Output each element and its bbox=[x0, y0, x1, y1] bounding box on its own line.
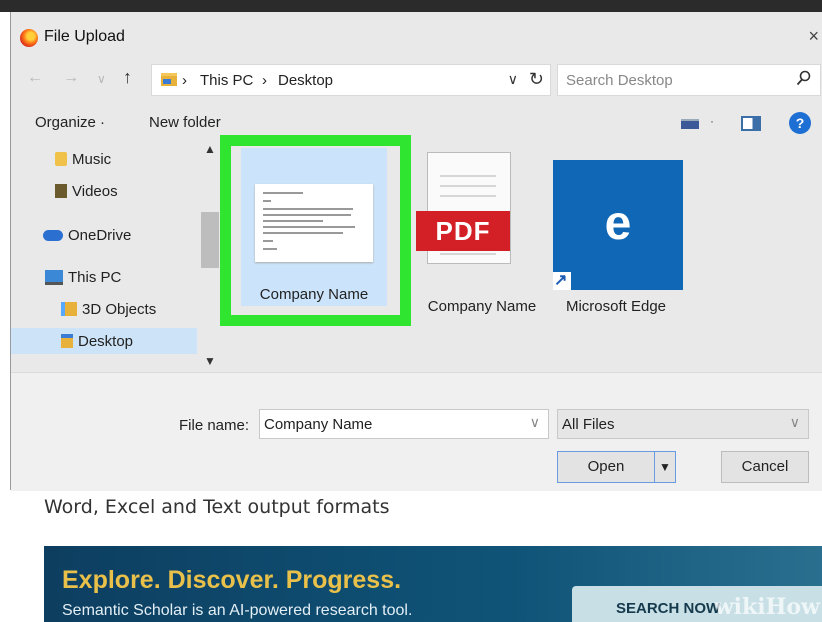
dialog-title: File Upload bbox=[44, 28, 125, 45]
promo-banner: Explore. Discover. Progress. Semantic Sc… bbox=[44, 546, 822, 622]
back-arrow-icon[interactable]: ← bbox=[27, 69, 43, 87]
up-arrow-icon[interactable]: ↑ bbox=[123, 67, 132, 88]
sidebar-item-label: Videos bbox=[72, 182, 118, 200]
open-button[interactable]: Open bbox=[557, 451, 655, 483]
file-item-company-name-pdf[interactable]: PDF Company Name bbox=[416, 148, 567, 318]
close-icon[interactable]: × bbox=[808, 26, 819, 47]
navigation-bar: ← → ∨ ↑ › This PC › Desktop ∨ ↻ Search D… bbox=[11, 60, 822, 100]
scroll-down-icon[interactable]: ▼ bbox=[204, 354, 216, 368]
sidebar-item-onedrive[interactable]: OneDrive bbox=[43, 222, 131, 248]
file-name-label: Company Name bbox=[427, 298, 537, 315]
sidebar-item-3d-objects[interactable]: 3D Objects bbox=[61, 296, 156, 322]
file-name-label: File name: bbox=[179, 417, 250, 434]
file-name-label: Microsoft Edge bbox=[565, 298, 667, 315]
file-type-value: All Files bbox=[562, 416, 615, 433]
breadcrumb-this-pc[interactable]: This PC bbox=[200, 72, 253, 89]
dialog-footer: File name: Company Name ∨ All Files ∨ Op… bbox=[11, 372, 822, 491]
wikihow-watermark: wikiHow bbox=[714, 594, 820, 620]
command-toolbar: Organize · New folder · ? bbox=[11, 104, 822, 140]
recent-locations-icon[interactable]: ∨ bbox=[97, 72, 106, 86]
desktop-folder-icon bbox=[61, 334, 73, 348]
sidebar-item-label: This PC bbox=[68, 268, 122, 286]
this-pc-icon bbox=[45, 269, 63, 285]
chevron-down-icon[interactable]: ∨ bbox=[530, 414, 540, 431]
sidebar-item-label: OneDrive bbox=[68, 226, 132, 244]
file-item-microsoft-edge[interactable]: e Microsoft Edge bbox=[551, 148, 701, 318]
file-upload-dialog: File Upload × ← → ∨ ↑ › This PC › Deskto… bbox=[10, 12, 822, 491]
sidebar-item-music[interactable]: Music bbox=[55, 146, 111, 172]
edge-glyph: e bbox=[604, 197, 632, 250]
page-formats-text: Word, Excel and Text output formats bbox=[44, 496, 390, 518]
breadcrumb-separator: › bbox=[262, 72, 267, 89]
pdf-file-icon: PDF bbox=[416, 152, 511, 264]
sidebar-item-label: Desktop bbox=[78, 332, 134, 350]
sidebar-item-label: 3D Objects bbox=[82, 300, 157, 318]
navigation-pane: Music Videos OneDrive This PC 3D Objects… bbox=[11, 140, 221, 372]
address-bar[interactable]: › This PC › Desktop ∨ ↻ bbox=[151, 64, 551, 96]
view-options-dropdown[interactable]: · bbox=[710, 114, 714, 128]
chevron-down-icon[interactable]: ∨ bbox=[508, 71, 518, 88]
breadcrumb-desktop[interactable]: Desktop bbox=[278, 72, 333, 89]
chevron-down-icon[interactable]: ∨ bbox=[790, 414, 800, 431]
scroll-up-icon[interactable]: ▲ bbox=[204, 142, 216, 156]
title-bar: File Upload × bbox=[11, 12, 822, 56]
videos-folder-icon bbox=[55, 184, 67, 198]
search-field[interactable]: Search Desktop bbox=[557, 64, 821, 96]
file-name-input[interactable]: Company Name ∨ bbox=[259, 409, 549, 439]
file-name-value: Company Name bbox=[264, 416, 373, 433]
3d-objects-icon bbox=[61, 302, 77, 316]
sidebar-item-videos[interactable]: Videos bbox=[55, 178, 118, 204]
background-strip bbox=[0, 0, 822, 12]
breadcrumb-separator: › bbox=[182, 72, 187, 89]
firefox-icon bbox=[20, 29, 38, 47]
refresh-icon[interactable]: ↻ bbox=[529, 69, 544, 90]
preview-pane-icon[interactable] bbox=[741, 116, 761, 131]
banner-title: Explore. Discover. Progress. bbox=[62, 566, 402, 594]
folder-icon bbox=[161, 73, 177, 86]
banner-subtitle: Semantic Scholar is an AI-powered resear… bbox=[62, 602, 413, 619]
help-icon[interactable]: ? bbox=[789, 112, 811, 134]
pdf-badge: PDF bbox=[416, 211, 510, 251]
open-dropdown-button[interactable]: ▼ bbox=[654, 451, 676, 483]
scrollbar-thumb[interactable] bbox=[201, 212, 219, 268]
organize-button[interactable]: Organize · bbox=[35, 114, 105, 131]
search-placeholder: Search Desktop bbox=[566, 72, 673, 89]
navigation-scrollbar[interactable]: ▲ ▼ bbox=[201, 140, 219, 372]
file-type-select[interactable]: All Files ∨ bbox=[557, 409, 809, 439]
sidebar-item-desktop[interactable]: Desktop bbox=[11, 328, 197, 354]
change-view-icon[interactable] bbox=[681, 119, 699, 129]
selection-highlight-annotation bbox=[220, 135, 411, 326]
edge-icon: e bbox=[553, 160, 683, 290]
onedrive-icon bbox=[43, 229, 63, 241]
search-icon[interactable] bbox=[796, 70, 812, 91]
new-folder-button[interactable]: New folder bbox=[149, 114, 221, 131]
shortcut-arrow-icon bbox=[553, 270, 571, 290]
forward-arrow-icon[interactable]: → bbox=[63, 69, 79, 87]
sidebar-item-this-pc[interactable]: This PC bbox=[45, 264, 121, 290]
music-folder-icon bbox=[55, 152, 67, 166]
cancel-button[interactable]: Cancel bbox=[721, 451, 809, 483]
sidebar-item-label: Music bbox=[72, 150, 112, 168]
